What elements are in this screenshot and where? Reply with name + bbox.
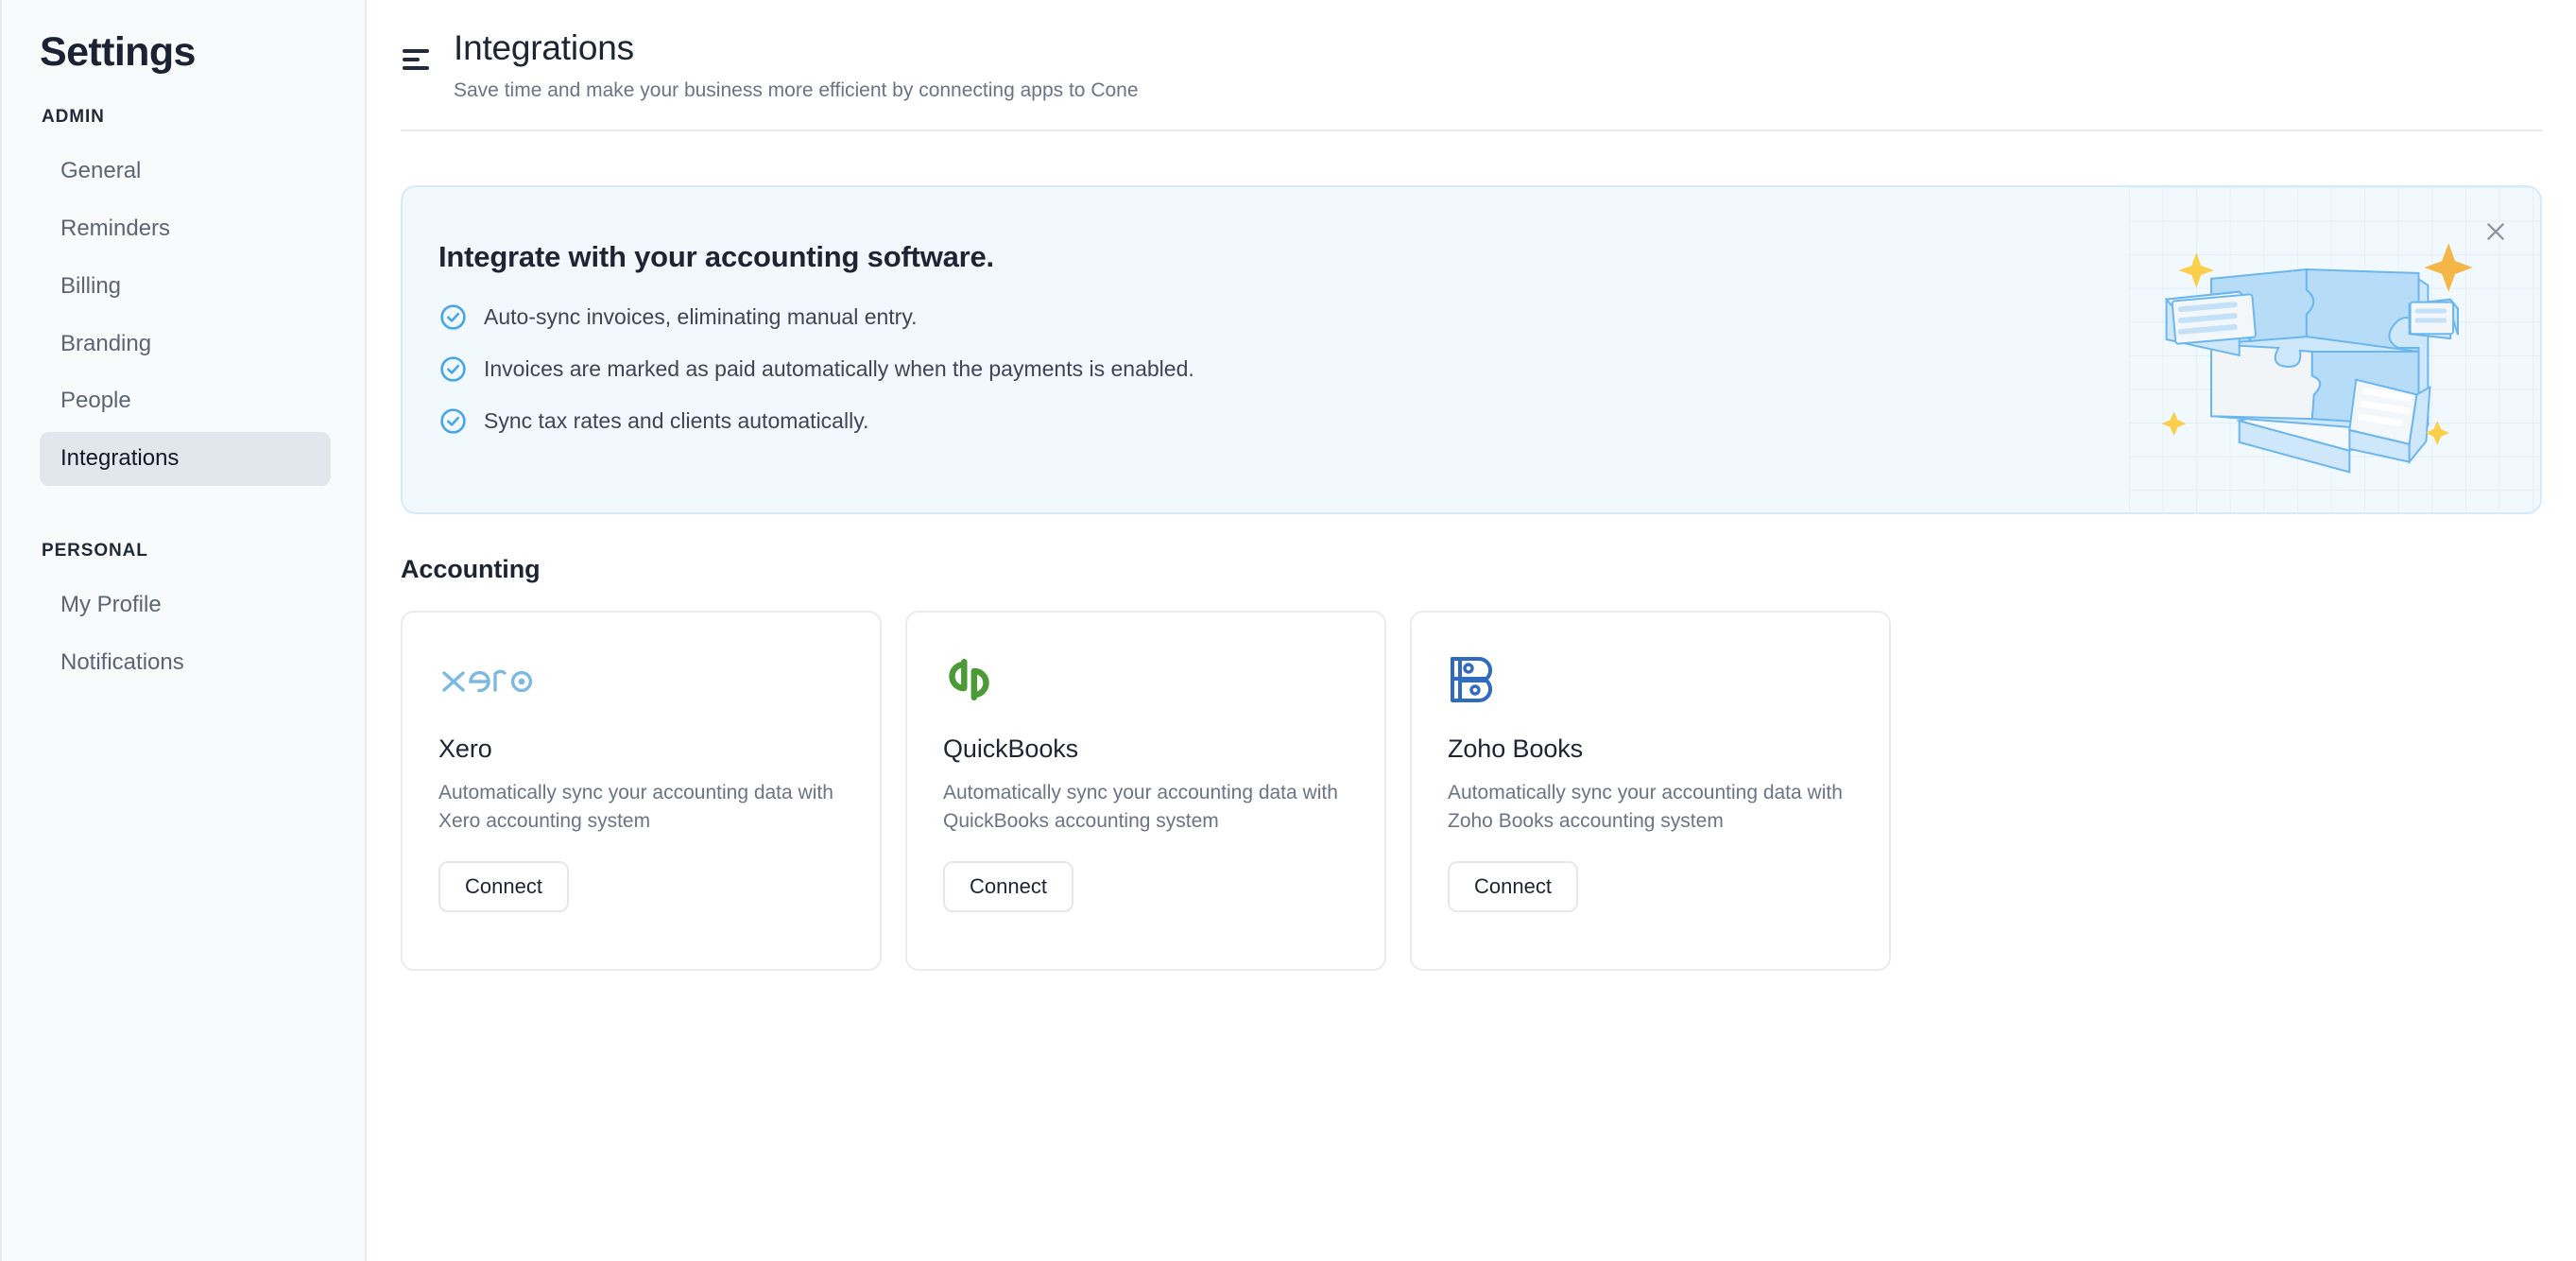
header-title: Integrations xyxy=(454,28,634,67)
integration-card-xero[interactable]: Xero Automatically sync your accounting … xyxy=(401,610,882,971)
card-description: Automatically sync your accounting data … xyxy=(1448,781,1843,832)
list-item: Auto-sync invoices, eliminating manual e… xyxy=(438,302,2540,332)
benefit-text: Auto-sync invoices, eliminating manual e… xyxy=(484,303,918,329)
benefit-text: Sync tax rates and clients automatically… xyxy=(484,407,869,433)
settings-page: Settings ADMIN General Reminders Billing… xyxy=(0,0,2576,1261)
zoho-books-logo xyxy=(1448,652,1853,707)
sidebar-item-general[interactable]: General xyxy=(40,145,331,199)
connect-button-quickbooks[interactable]: Connect xyxy=(943,860,1073,912)
banner-benefits-list: Auto-sync invoices, eliminating manual e… xyxy=(438,302,2540,436)
xero-logo xyxy=(438,652,844,707)
check-circle-icon xyxy=(440,356,466,382)
quickbooks-logo xyxy=(943,652,1348,707)
check-circle-icon xyxy=(440,304,466,330)
integration-card-zoho-books[interactable]: Zoho Books Automatically sync your accou… xyxy=(1410,610,1891,971)
header-divider xyxy=(401,129,2542,131)
integration-banner: Integrate with your accounting software.… xyxy=(401,184,2542,514)
banner-title: Integrate with your accounting software. xyxy=(438,239,994,273)
list-item: Invoices are marked as paid automaticall… xyxy=(438,354,2540,384)
sidebar-item-billing[interactable]: Billing xyxy=(40,260,331,314)
banner-content: Integrate with your accounting software.… xyxy=(403,187,2540,436)
sidebar: Settings ADMIN General Reminders Billing… xyxy=(0,0,367,1261)
integration-cards: Xero Automatically sync your accounting … xyxy=(401,610,2576,971)
sidebar-item-notifications[interactable]: Notifications xyxy=(40,636,331,690)
menu-icon[interactable] xyxy=(401,43,433,76)
card-title: Zoho Books xyxy=(1448,734,1584,763)
list-item: Sync tax rates and clients automatically… xyxy=(438,406,2540,436)
close-icon[interactable] xyxy=(2476,212,2516,251)
page-title: Settings xyxy=(40,29,196,75)
check-circle-icon xyxy=(440,408,466,434)
sidebar-item-integrations[interactable]: Integrations xyxy=(40,432,331,487)
card-description: Automatically sync your accounting data … xyxy=(943,781,1338,832)
page-header: Integrations Save time and make your bus… xyxy=(367,0,2576,103)
sidebar-item-reminders[interactable]: Reminders xyxy=(40,202,331,256)
card-title: Xero xyxy=(438,734,492,763)
sidebar-item-people[interactable]: People xyxy=(40,374,331,428)
card-title: QuickBooks xyxy=(943,734,1079,763)
sidebar-group-admin: ADMIN General Reminders Billing Branding… xyxy=(2,107,365,487)
sidebar-group-label-admin: ADMIN xyxy=(42,107,105,128)
card-description: Automatically sync your accounting data … xyxy=(438,781,833,832)
sidebar-group-personal: PERSONAL My Profile Notifications xyxy=(2,541,365,690)
header-subtitle: Save time and make your business more ef… xyxy=(454,78,1139,101)
connect-button-zoho-books[interactable]: Connect xyxy=(1448,860,1578,912)
sidebar-group-label-personal: PERSONAL xyxy=(42,541,148,561)
sidebar-item-my-profile[interactable]: My Profile xyxy=(40,579,331,632)
section-title-accounting: Accounting xyxy=(401,554,541,583)
sidebar-item-branding[interactable]: Branding xyxy=(40,318,331,371)
benefit-text: Invoices are marked as paid automaticall… xyxy=(484,355,1194,381)
integration-card-quickbooks[interactable]: QuickBooks Automatically sync your accou… xyxy=(905,610,1386,971)
connect-button-xero[interactable]: Connect xyxy=(438,860,569,912)
main-content: Integrations Save time and make your bus… xyxy=(367,0,2576,1261)
